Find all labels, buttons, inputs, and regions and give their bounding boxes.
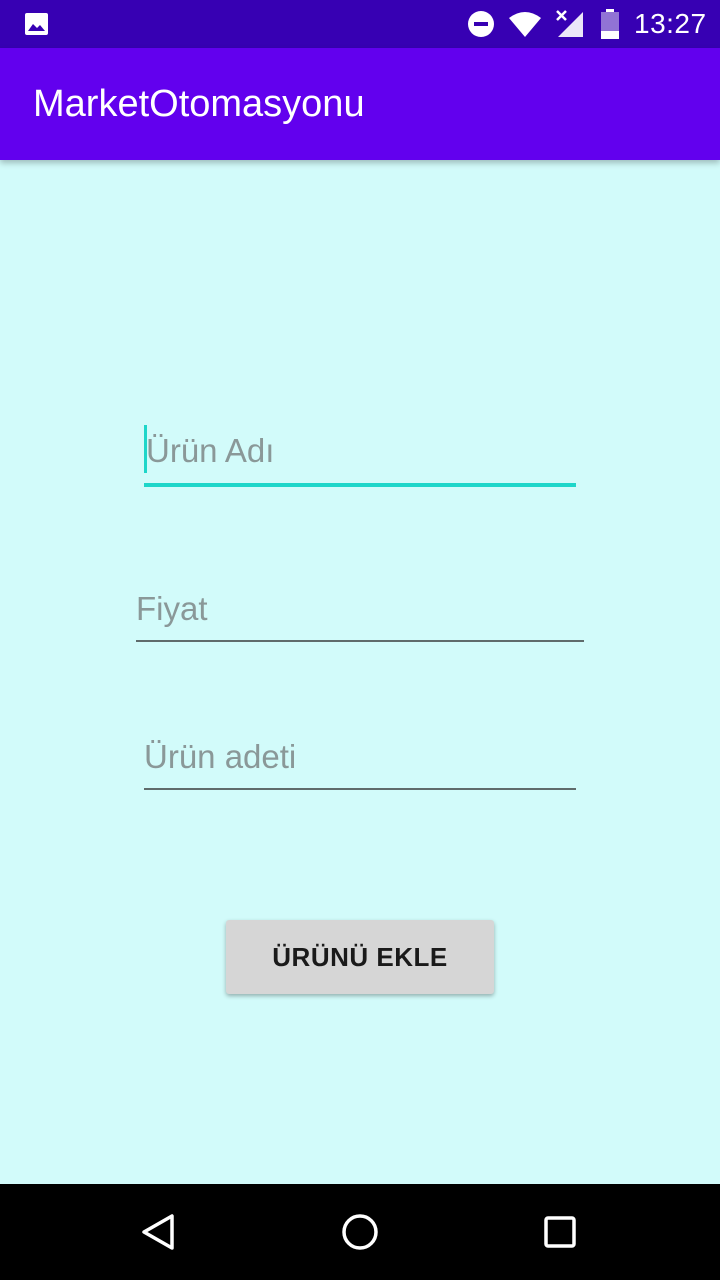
navigation-bar <box>0 1184 720 1280</box>
quantity-field[interactable] <box>144 728 576 790</box>
status-bar: 13:27 <box>0 0 720 48</box>
recents-icon[interactable] <box>536 1208 584 1256</box>
add-product-button[interactable]: ÜRÜNÜ EKLE <box>226 920 494 994</box>
text-cursor <box>144 425 147 473</box>
quantity-underline <box>144 788 576 790</box>
product-name-field[interactable] <box>144 423 578 487</box>
price-underline <box>136 640 584 642</box>
battery-icon <box>601 9 619 39</box>
signal-icon <box>556 10 583 37</box>
app-bar: MarketOtomasyonu <box>0 48 720 160</box>
product-name-input[interactable] <box>144 423 578 479</box>
quantity-input[interactable] <box>144 728 576 786</box>
home-icon[interactable] <box>336 1208 384 1256</box>
back-icon[interactable] <box>136 1208 184 1256</box>
wifi-icon <box>509 12 541 37</box>
main-content: ÜRÜNÜ EKLE <box>0 160 720 1184</box>
price-input[interactable] <box>136 580 584 638</box>
gallery-icon <box>25 13 48 35</box>
app-title: MarketOtomasyonu <box>33 83 365 125</box>
price-field[interactable] <box>136 580 584 642</box>
do-not-disturb-icon <box>468 11 494 37</box>
product-name-underline <box>144 483 576 487</box>
status-time: 13:27 <box>634 8 707 39</box>
